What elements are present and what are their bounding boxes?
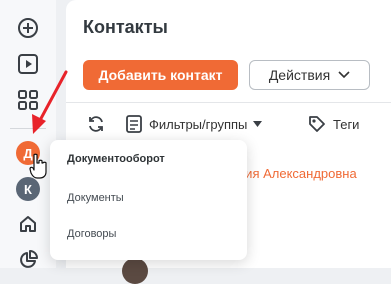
dropdown-item-documents[interactable]: Документы (67, 192, 124, 204)
contact-avatar (122, 258, 148, 284)
add-contact-button[interactable]: Добавить контакт (83, 60, 238, 90)
plus-circle-icon[interactable] (14, 14, 42, 42)
actions-dropdown-button[interactable]: Действия (249, 60, 370, 90)
filters-label: Фильтры/группы (149, 116, 248, 132)
toolbar-divider (66, 102, 391, 103)
chevron-down-icon (338, 71, 350, 79)
dropdown-heading: Документооборот (67, 153, 165, 165)
avatar-k-letter: К (24, 181, 32, 197)
tag-icon (309, 116, 325, 132)
document-list-icon (126, 115, 142, 133)
avatar-d-letter: Д (23, 145, 33, 161)
dropdown-item-contracts[interactable]: Договоры (67, 228, 116, 240)
page-title: Контакты (83, 17, 168, 37)
contact-name-link[interactable]: ния Александровна (238, 166, 357, 181)
avatar-k[interactable]: К (16, 177, 40, 201)
grid-icon[interactable] (14, 86, 42, 114)
sidebar-rail: Д К (0, 0, 56, 268)
sidebar-divider (10, 128, 46, 129)
actions-label: Действия (268, 67, 331, 83)
play-icon[interactable] (14, 50, 42, 78)
avatar-d[interactable]: Д (16, 141, 40, 165)
filters-groups-button[interactable]: Фильтры/группы (125, 112, 263, 136)
refresh-button[interactable] (86, 112, 106, 136)
pie-chart-icon[interactable] (14, 246, 42, 274)
workspace-dropdown: Документооборот Документы Договоры (50, 140, 247, 260)
refresh-icon (89, 116, 103, 132)
home-icon[interactable] (14, 210, 42, 238)
tags-label: Теги (333, 116, 360, 132)
caret-down-icon (253, 121, 263, 127)
tags-button[interactable]: Теги (307, 112, 359, 136)
